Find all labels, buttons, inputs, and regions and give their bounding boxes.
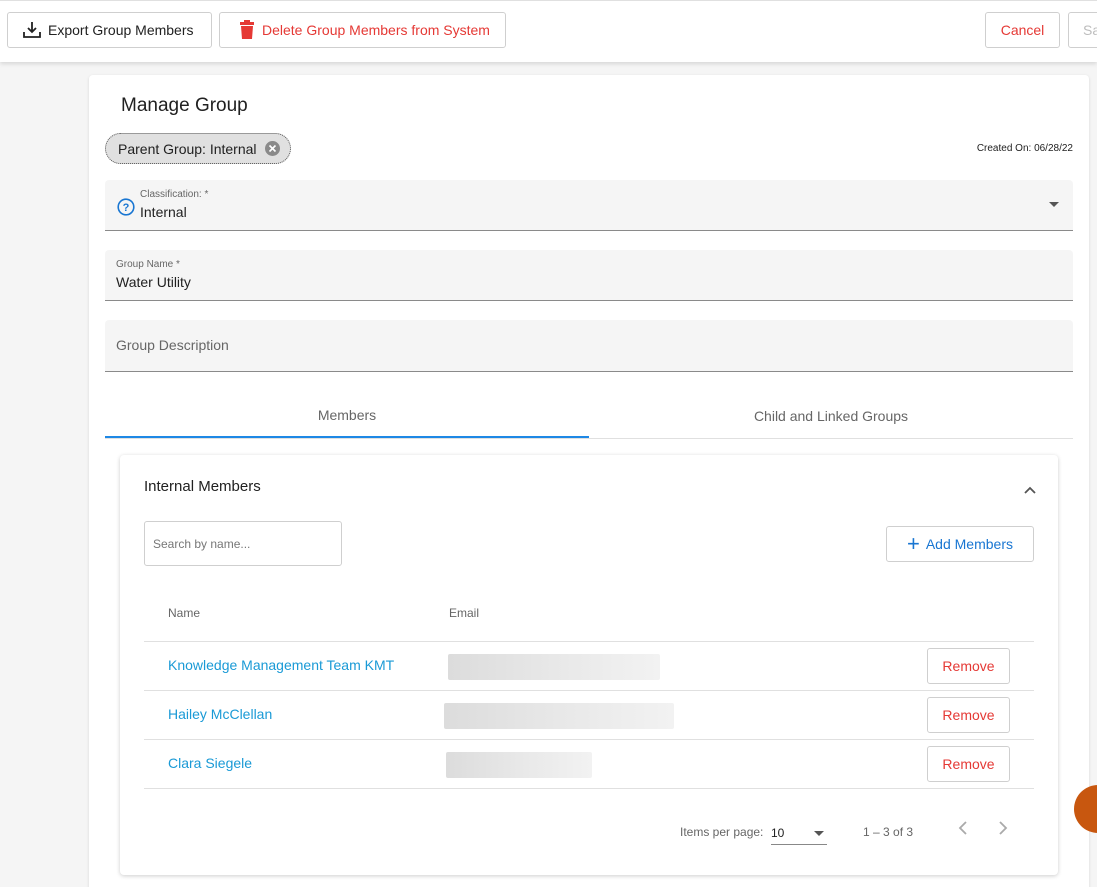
group-name-label: Group Name * <box>116 259 180 270</box>
tab-child-and-linked-groups[interactable]: Child and Linked Groups <box>589 393 1073 438</box>
parent-group-chip[interactable]: Parent Group: Internal <box>105 133 291 164</box>
parent-group-chip-label: Parent Group: Internal <box>118 140 257 157</box>
table-divider <box>144 788 1034 789</box>
panel-title: Internal Members <box>144 478 261 495</box>
created-on-date: Created On: 06/28/22 <box>976 143 1073 154</box>
items-per-page-value: 10 <box>771 826 785 840</box>
download-icon <box>23 22 41 38</box>
email-redacted <box>444 703 674 729</box>
save-button-label: Sa <box>1083 22 1097 38</box>
pagination-range: 1 – 3 of 3 <box>863 825 914 839</box>
table-row: Knowledge Management Team KMT Remove <box>144 641 1034 690</box>
classification-value: Internal <box>140 204 187 220</box>
items-per-page-label: Items per page: <box>680 825 764 839</box>
member-name-link[interactable]: Clara Siegele <box>168 755 252 771</box>
chevron-right-icon[interactable] <box>998 821 1008 840</box>
group-name-field[interactable]: Group Name * Water Utility <box>105 250 1073 301</box>
table-row: Hailey McClellan Remove <box>144 690 1034 739</box>
column-header-name: Name <box>168 606 201 620</box>
items-per-page-select[interactable]: 10 <box>771 819 827 845</box>
action-toolbar: Export Group Members Delete Group Member… <box>0 0 1097 62</box>
remove-chip-icon[interactable] <box>264 141 280 156</box>
column-header-email: Email <box>449 606 480 620</box>
cancel-button[interactable]: Cancel <box>985 12 1060 48</box>
add-members-label: Add Members <box>925 536 1013 552</box>
internal-members-panel: Internal Members + Add Members Name Emai… <box>120 455 1058 875</box>
table-row: Clara Siegele Remove <box>144 739 1034 788</box>
group-description-field[interactable]: Group Description <box>105 320 1073 372</box>
chevron-up-icon[interactable] <box>1024 481 1036 499</box>
remove-button[interactable]: Remove <box>927 697 1010 733</box>
delete-button-label: Delete Group Members from System <box>262 22 490 38</box>
group-name-value: Water Utility <box>116 274 191 290</box>
delete-group-members-button[interactable]: Delete Group Members from System <box>219 12 506 48</box>
help-icon[interactable]: ? <box>117 198 135 221</box>
search-input[interactable] <box>144 521 342 566</box>
cancel-button-label: Cancel <box>1000 22 1045 38</box>
svg-text:?: ? <box>123 202 130 214</box>
group-description-placeholder: Group Description <box>116 337 229 353</box>
classification-label: Classification: * <box>140 189 209 200</box>
member-name-link[interactable]: Hailey McClellan <box>168 706 272 722</box>
email-redacted <box>448 654 660 680</box>
save-button[interactable]: Sa <box>1068 12 1097 48</box>
plus-icon: + <box>906 531 920 556</box>
trash-icon <box>240 20 254 39</box>
export-button-label: Export Group Members <box>48 22 194 38</box>
remove-button[interactable]: Remove <box>927 746 1010 782</box>
export-group-members-button[interactable]: Export Group Members <box>7 12 212 48</box>
chevron-left-icon[interactable] <box>958 821 968 840</box>
group-tabs: Members Child and Linked Groups <box>105 393 1073 439</box>
chevron-down-icon <box>1049 202 1059 207</box>
classification-select[interactable]: ? Classification: * Internal <box>105 180 1073 231</box>
remove-button[interactable]: Remove <box>927 648 1010 684</box>
email-redacted <box>446 752 592 778</box>
member-name-link[interactable]: Knowledge Management Team KMT <box>168 657 394 673</box>
chevron-down-icon <box>814 831 824 836</box>
page-title: Manage Group <box>121 95 248 116</box>
add-members-button[interactable]: + Add Members <box>886 526 1034 562</box>
manage-group-card: Manage Group Parent Group: Internal Crea… <box>89 75 1089 887</box>
tab-members[interactable]: Members <box>105 393 589 438</box>
